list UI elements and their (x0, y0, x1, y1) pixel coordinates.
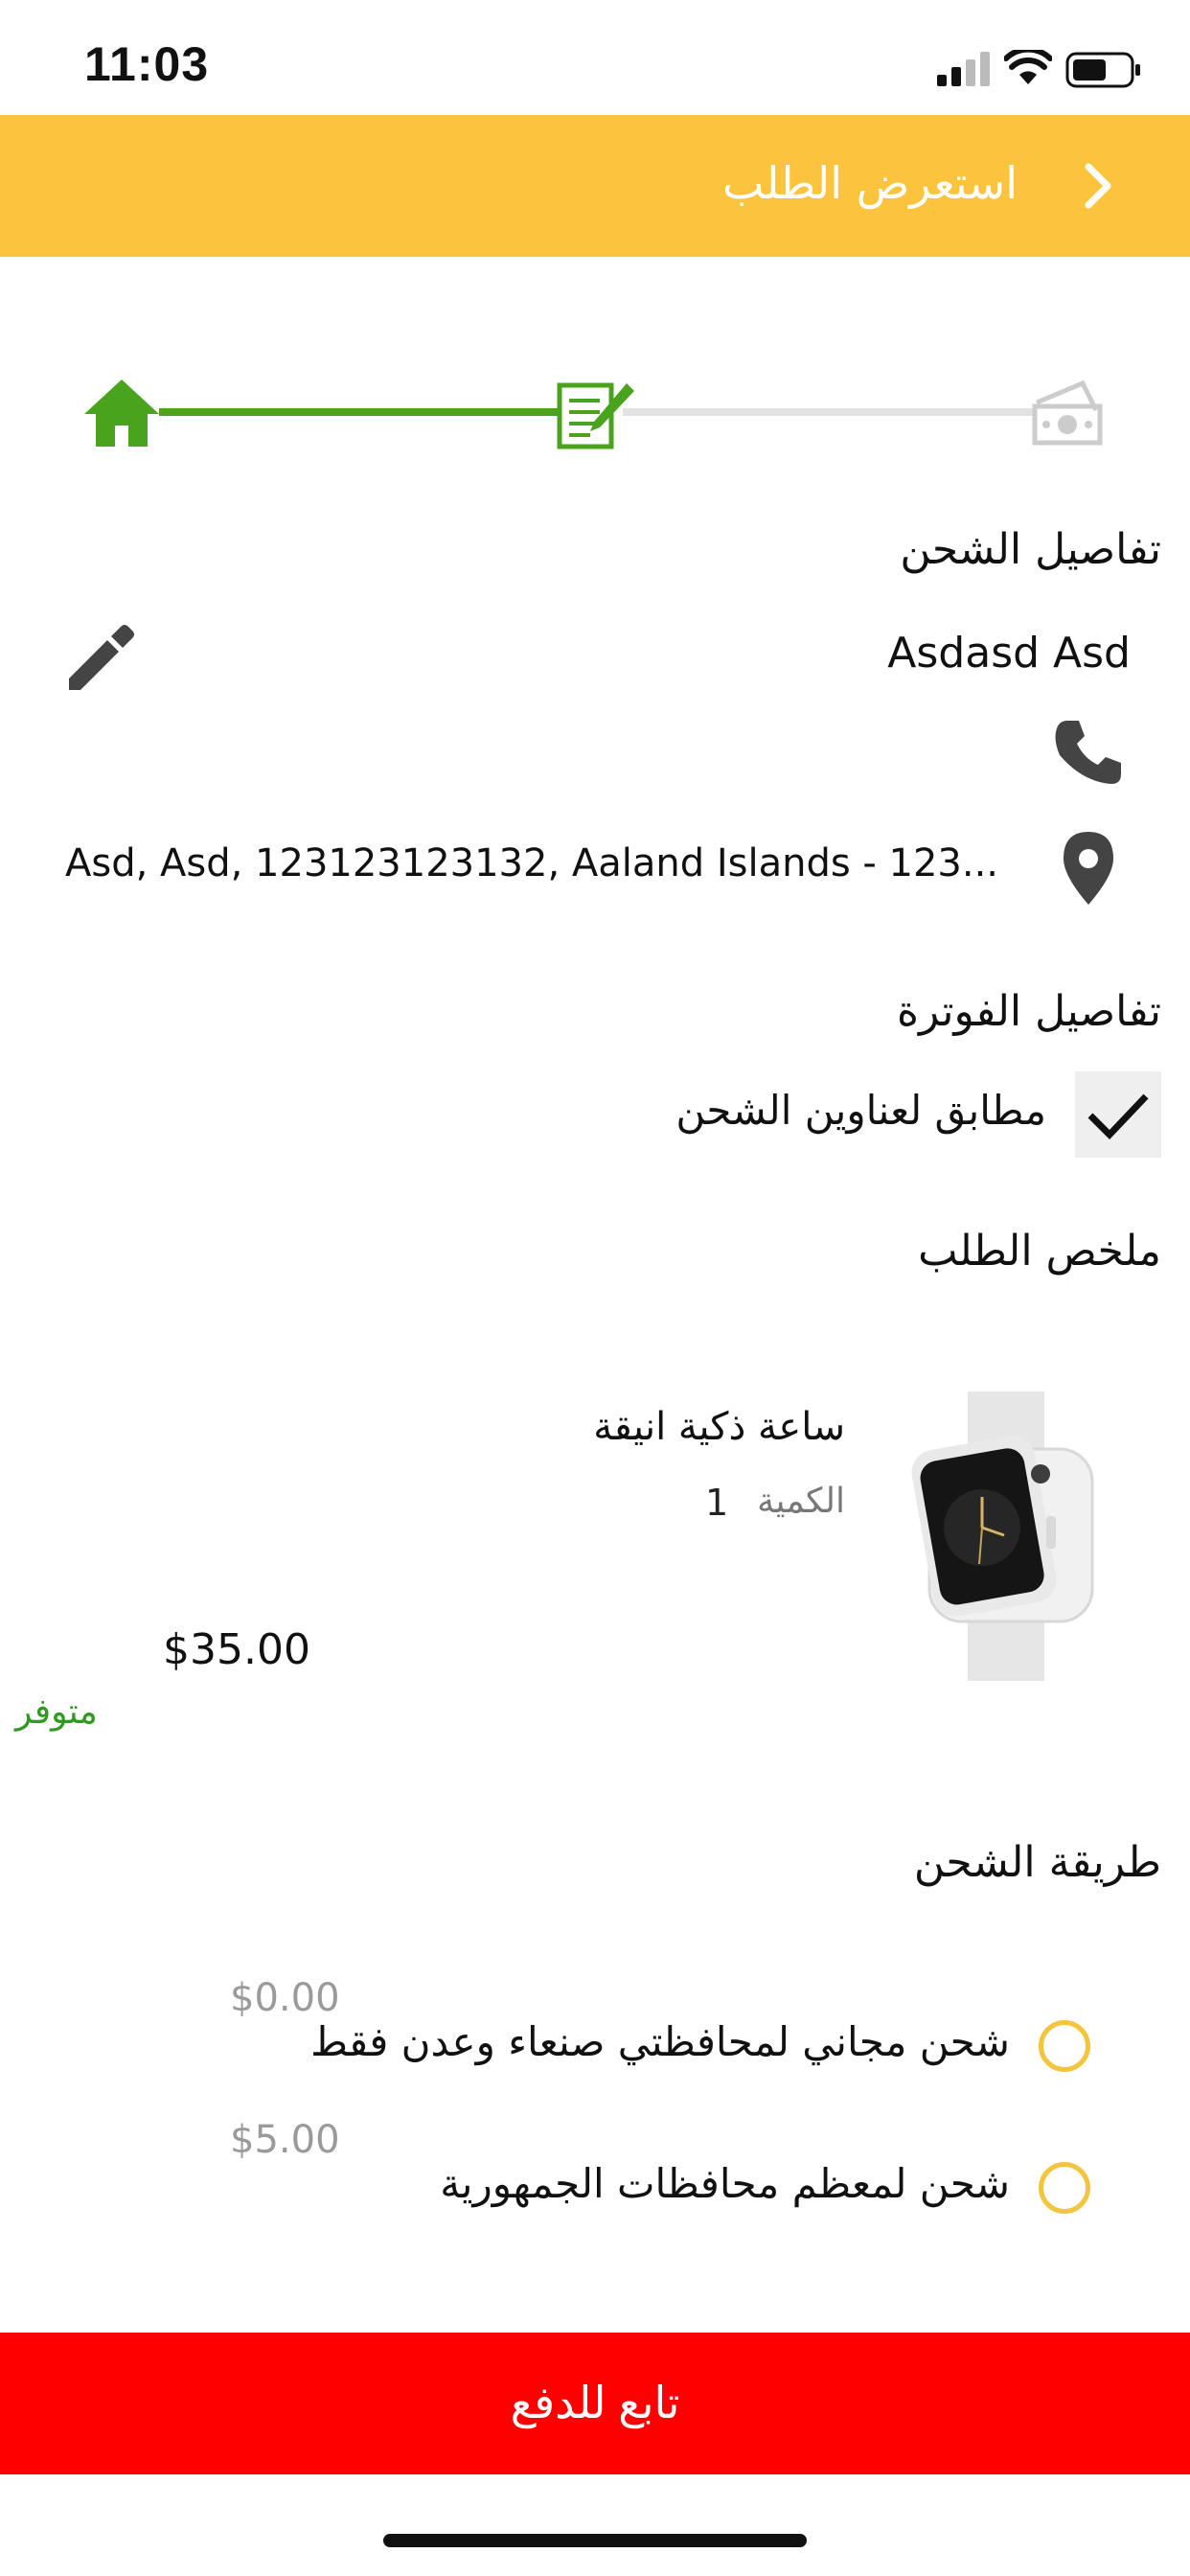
continue-to-payment-button[interactable]: تابع للدفع (0, 2333, 1190, 2474)
battery-icon (1065, 52, 1142, 88)
product-image (901, 1392, 1121, 1681)
page-title: استعرض الطلب (722, 157, 1018, 209)
shipping-name: Asdasd Asd (887, 629, 1131, 678)
shipping-address: Asd, Asd, 123123123132, Aaland Islands -… (65, 841, 999, 886)
location-pin-icon (1060, 830, 1117, 907)
header-bar: استعرض الطلب (0, 115, 1190, 257)
continue-to-payment-label: تابع للدفع (510, 2378, 680, 2427)
same-as-shipping-label: مطابق لعناوين الشحن (675, 1087, 1046, 1134)
edit-icon (556, 378, 636, 450)
shipping-option-radio[interactable] (1039, 2162, 1090, 2214)
home-icon (80, 376, 163, 450)
phone-icon (1050, 715, 1127, 790)
billing-details-title: تفاصيل الفوترة (896, 987, 1161, 1036)
stock-status: متوفر (15, 1692, 98, 1732)
step-progress-line-pending (623, 408, 1035, 416)
shipping-option-label: شحن مجاني لمحافظتي صنعاء وعدن فقط (310, 2018, 1010, 2065)
product-price: $35.00 (163, 1625, 310, 1674)
quantity-label: الكمية (757, 1482, 845, 1521)
shipping-details-title: تفاصيل الشحن (900, 525, 1161, 574)
wifi-icon (1003, 46, 1053, 86)
status-time: 11:03 (84, 37, 210, 91)
order-summary-title: ملخص الطلب (918, 1227, 1161, 1276)
step-progress-line-done (159, 408, 560, 416)
signal-icon (937, 52, 993, 86)
same-as-shipping-checkbox[interactable] (1075, 1071, 1161, 1158)
shipping-option-radio[interactable] (1039, 2020, 1090, 2072)
product-name: ساعة ذكية انيقة (593, 1405, 845, 1449)
home-indicator (383, 2534, 807, 2547)
shipping-option-price: $5.00 (230, 2118, 340, 2162)
back-arrow-icon[interactable] (1069, 155, 1127, 217)
shipping-method-title: طريقة الشحن (913, 1838, 1161, 1887)
shipping-option-price: $0.00 (230, 1976, 340, 2020)
quantity-value: 1 (705, 1482, 729, 1524)
edit-address-pencil-icon[interactable] (63, 621, 138, 696)
shipping-option-label: شحن لمعظم محافظات الجمهورية (440, 2160, 1010, 2207)
payment-icon (1029, 378, 1106, 448)
